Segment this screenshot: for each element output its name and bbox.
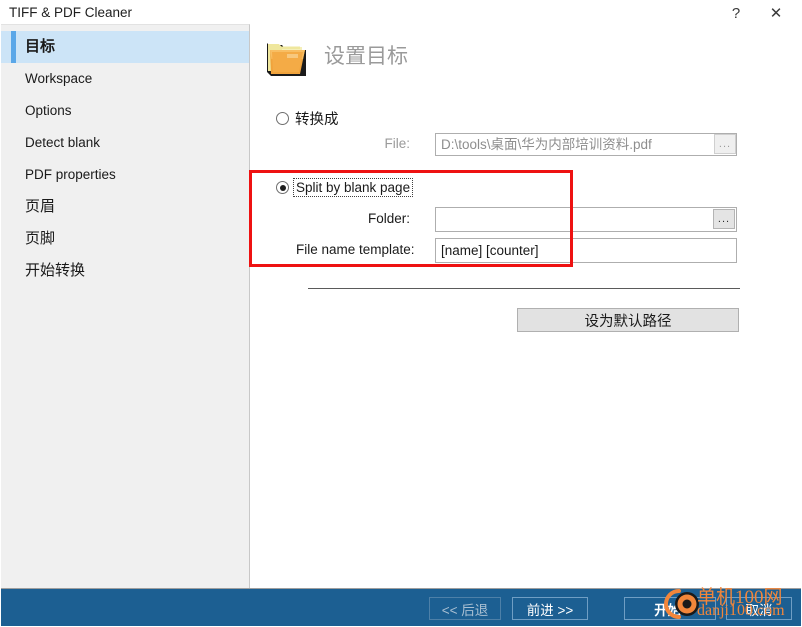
section-divider [308,288,740,289]
radio-split-by-blank-page[interactable]: Split by blank page [276,178,414,197]
sidebar-item-label: 页眉 [25,198,56,215]
sidebar-item-footer[interactable]: 页脚 [1,223,249,255]
help-icon[interactable]: ? [716,0,756,26]
file-label: File: [384,136,410,151]
folder-browse-button[interactable]: ... [713,209,735,229]
window-title: TIFF & PDF Cleaner [9,5,133,20]
radio-convert-to-label: 转换成 [295,112,339,128]
radio-convert-to-indicator[interactable] [276,112,289,125]
cancel-button[interactable]: 取消 [726,597,792,620]
app-window: TIFF & PDF Cleaner ? ✕ 目标 Workspace Opti… [0,0,802,627]
file-name-template-input[interactable]: [name] [counter] [435,238,737,263]
sidebar-item-options[interactable]: Options [1,95,249,127]
sidebar-item-pdf-properties[interactable]: PDF properties [1,159,249,191]
file-name-template-label: File name template: [296,242,415,257]
next-button[interactable]: 前进 >> [512,597,588,620]
sidebar-item-label: 页脚 [25,230,56,247]
file-browse-button[interactable]: ... [714,134,736,154]
sidebar-item-label: PDF properties [25,167,116,182]
start-button[interactable]: 开始! [624,597,716,620]
back-button[interactable]: << 后退 [429,597,501,620]
sidebar-item-label: Options [25,103,72,118]
radio-convert-to[interactable]: 转换成 [276,108,339,129]
folder-label: Folder: [367,211,410,226]
title-bar: TIFF & PDF Cleaner ? ✕ [0,0,802,26]
sidebar-item-target[interactable]: 目标 [1,31,249,63]
sidebar: 目标 Workspace Options Detect blank PDF pr… [1,24,250,588]
radio-split-by-blank-page-label: Split by blank page [292,178,414,197]
sidebar-item-label: Detect blank [25,135,101,150]
footer-bar: << 后退 前进 >> 开始! 取消 [1,588,801,626]
main-panel: 设置目标 转换成 File: D:\tools\桌面\华为内部培训资料.pdf … [250,24,802,588]
set-default-path-button[interactable]: 设为默认路径 [517,308,739,332]
sidebar-item-detect-blank[interactable]: Detect blank [1,127,249,159]
sidebar-item-header[interactable]: 页眉 [1,191,249,223]
sidebar-item-start-convert[interactable]: 开始转换 [1,255,249,287]
folder-input[interactable] [435,207,737,232]
radio-split-by-blank-page-indicator[interactable] [276,181,289,194]
folder-icon [267,43,306,76]
sidebar-item-workspace[interactable]: Workspace [1,63,249,95]
file-input[interactable]: D:\tools\桌面\华为内部培训资料.pdf [435,133,737,156]
sidebar-item-label: Workspace [25,71,93,86]
sidebar-item-label: 开始转换 [25,262,86,279]
sidebar-item-label: 目标 [25,38,56,55]
close-icon[interactable]: ✕ [756,0,796,26]
page-title: 设置目标 [324,45,408,68]
